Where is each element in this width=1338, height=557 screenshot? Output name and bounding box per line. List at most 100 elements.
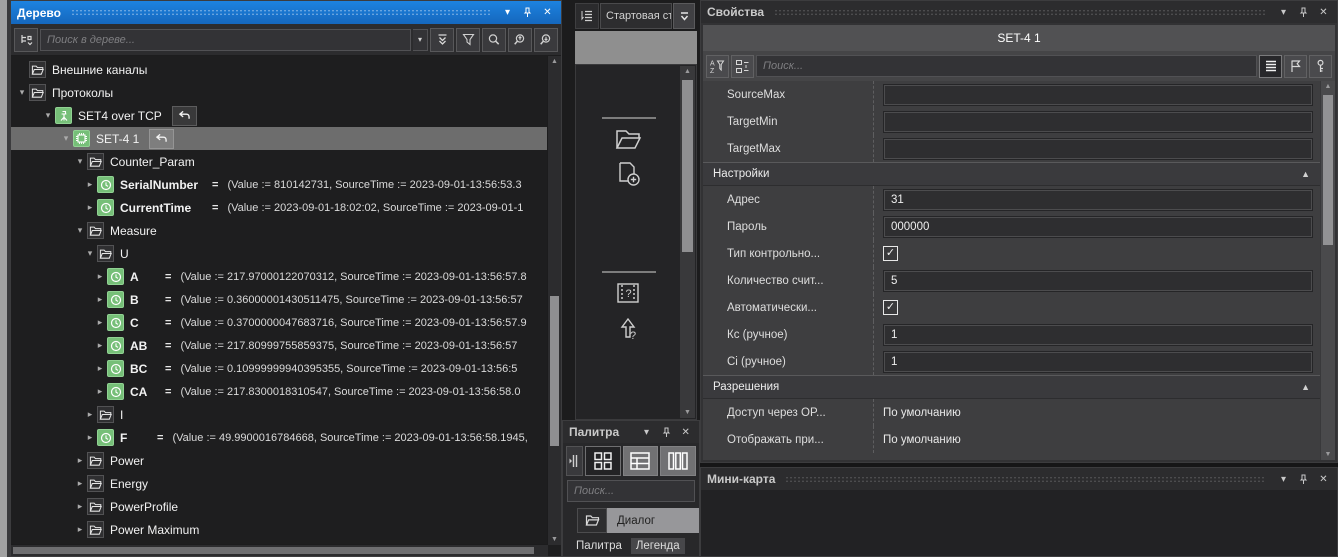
pin-icon[interactable] [520, 5, 535, 20]
search-dropdown-icon[interactable]: ▾ [413, 28, 428, 51]
panel-menu-icon[interactable]: ▾ [1276, 5, 1291, 20]
tree-item[interactable]: ▾ Протоколы [11, 81, 548, 104]
scroll-up-icon[interactable]: ▲ [548, 56, 561, 67]
scrollbar-thumb[interactable] [550, 296, 559, 446]
scrollbar-thumb[interactable] [682, 80, 693, 252]
property-checkbox[interactable]: ✓ [883, 246, 898, 261]
search-next-button[interactable] [534, 27, 558, 52]
scroll-down-icon[interactable]: ▼ [680, 407, 695, 418]
search-previous-button[interactable] [508, 27, 532, 52]
expander-open-icon[interactable]: ▾ [41, 110, 55, 121]
collapse-section-icon[interactable]: ▲ [1301, 382, 1310, 392]
collapse-all-button[interactable] [430, 27, 454, 52]
tree-horizontal-scrollbar[interactable] [11, 544, 548, 556]
flag-button[interactable] [1284, 54, 1307, 78]
expander-closed-icon[interactable]: ▸ [73, 455, 87, 466]
property-value-input[interactable] [883, 137, 1313, 160]
tree-item[interactable]: ▸ I [11, 403, 548, 426]
tree-item[interactable]: ▸ C = (Value := 0.3700000047683716, SourceT… [11, 311, 548, 334]
tree-item[interactable]: ▸ Power Maximum [11, 518, 548, 541]
expander-open-icon[interactable]: ▾ [15, 87, 29, 98]
tree-item[interactable]: ▾ SET4 over TCP [11, 104, 548, 127]
close-icon[interactable]: ✕ [540, 5, 555, 20]
pin-icon[interactable] [1296, 472, 1311, 487]
tree-item[interactable]: Внешние каналы [11, 58, 548, 81]
panel-menu-icon[interactable]: ▾ [639, 425, 654, 440]
properties-search-input[interactable] [756, 55, 1257, 77]
expander-closed-icon[interactable]: ▸ [93, 317, 107, 328]
property-section-header[interactable]: Разрешения ▲ [703, 375, 1320, 399]
titlebar-drag-dots[interactable] [785, 475, 1266, 483]
expander-open-icon[interactable]: ▾ [59, 133, 73, 144]
expander-closed-icon[interactable]: ▸ [93, 294, 107, 305]
start-page-scrollbar[interactable]: ▲ ▼ [680, 66, 695, 418]
tree-item[interactable]: ▾ SET-4 1 [11, 127, 548, 150]
tree-item[interactable]: ▸ CurrentTime = (Value := 2023-09-01-18:02:… [11, 196, 548, 219]
panel-menu-icon[interactable]: ▾ [1276, 472, 1291, 487]
property-value-input[interactable]: 31 [883, 188, 1313, 211]
tree-item[interactable]: ▾ Measure [11, 219, 548, 242]
tab-palette[interactable]: Палитра [571, 538, 627, 554]
expander-closed-icon[interactable]: ▸ [83, 432, 97, 443]
tree-item[interactable]: ▸ BC = (Value := 0.10999999940395355, Sourc… [11, 357, 548, 380]
close-icon[interactable]: ✕ [1316, 472, 1331, 487]
new-project-icon[interactable] [612, 161, 644, 187]
tree-vertical-scrollbar[interactable]: ▲ ▼ [547, 56, 561, 545]
tree-item[interactable]: ▸ Energy [11, 472, 548, 495]
tab-list-dropdown-button[interactable] [673, 3, 695, 29]
expander-closed-icon[interactable]: ▸ [83, 179, 97, 190]
tree-item[interactable]: ▸ SerialNumber = (Value := 810142731, Sourc… [11, 173, 548, 196]
tree-item[interactable]: ▸ A = (Value := 217.97000122070312, SourceT… [11, 265, 548, 288]
collapse-section-icon[interactable]: ▲ [1301, 169, 1310, 179]
search-button[interactable] [482, 27, 506, 52]
property-value-input[interactable] [883, 110, 1313, 133]
tree-item[interactable]: ▸ PowerProfile [11, 495, 548, 518]
whats-new-icon[interactable]: ? [612, 315, 644, 341]
open-project-icon[interactable] [612, 127, 644, 151]
collapse-panel-icon[interactable] [566, 446, 583, 476]
palette-grid-view-button[interactable] [584, 446, 621, 476]
pinned-tabs-icon[interactable] [575, 3, 599, 29]
expander-closed-icon[interactable]: ▸ [93, 271, 107, 282]
titlebar-drag-dots[interactable] [774, 8, 1266, 16]
scrollbar-thumb[interactable] [1323, 95, 1333, 245]
expander-open-icon[interactable]: ▾ [73, 156, 87, 167]
scrollbar-thumb[interactable] [13, 547, 534, 554]
key-button[interactable] [1309, 54, 1332, 78]
expander-closed-icon[interactable]: ▸ [93, 386, 107, 397]
palette-columns-view-button[interactable] [660, 446, 696, 476]
tree-item[interactable]: ▾ Counter_Param [11, 150, 548, 173]
property-value-input[interactable]: 1 [883, 323, 1313, 346]
property-value-input[interactable]: 5 [883, 269, 1313, 292]
panel-menu-icon[interactable]: ▾ [500, 5, 515, 20]
close-icon[interactable]: ✕ [1316, 5, 1331, 20]
palette-table-view-button[interactable] [622, 446, 659, 476]
pin-icon[interactable] [659, 425, 674, 440]
categorized-view-button[interactable] [731, 54, 754, 78]
scroll-up-icon[interactable]: ▲ [680, 66, 695, 77]
pin-icon[interactable] [1296, 5, 1311, 20]
property-value-text[interactable]: По умолчанию [883, 434, 961, 446]
expander-closed-icon[interactable]: ▸ [73, 524, 87, 535]
expander-closed-icon[interactable]: ▸ [73, 478, 87, 489]
palette-category-dialog[interactable]: Диалог [577, 508, 699, 533]
property-checkbox[interactable]: ✓ [883, 300, 898, 315]
undo-button[interactable] [149, 128, 175, 149]
expander-closed-icon[interactable]: ▸ [73, 501, 87, 512]
tab-start-page[interactable]: Стартовая ст [600, 3, 672, 29]
list-view-button[interactable] [1259, 54, 1282, 78]
scroll-up-icon[interactable]: ▲ [1321, 81, 1335, 92]
properties-scrollbar[interactable]: ▲ ▼ [1320, 81, 1335, 460]
palette-search-input[interactable] [567, 480, 695, 502]
property-value-text[interactable]: По умолчанию [883, 407, 961, 419]
tree-settings-button[interactable] [14, 27, 38, 52]
scroll-down-icon[interactable]: ▼ [1321, 449, 1335, 460]
tree-search-input[interactable] [40, 28, 411, 51]
expander-closed-icon[interactable]: ▸ [93, 340, 107, 351]
tree-item[interactable]: ▸ B = (Value := 0.36000001430511475, Source… [11, 288, 548, 311]
tree-item[interactable]: ▸ CA = (Value := 217.8300018310547, SourceT… [11, 380, 548, 403]
scroll-down-icon[interactable]: ▼ [548, 534, 561, 545]
video-help-icon[interactable]: ? [612, 281, 644, 305]
property-value-input[interactable] [883, 83, 1313, 106]
tab-legend[interactable]: Легенда [630, 537, 685, 554]
